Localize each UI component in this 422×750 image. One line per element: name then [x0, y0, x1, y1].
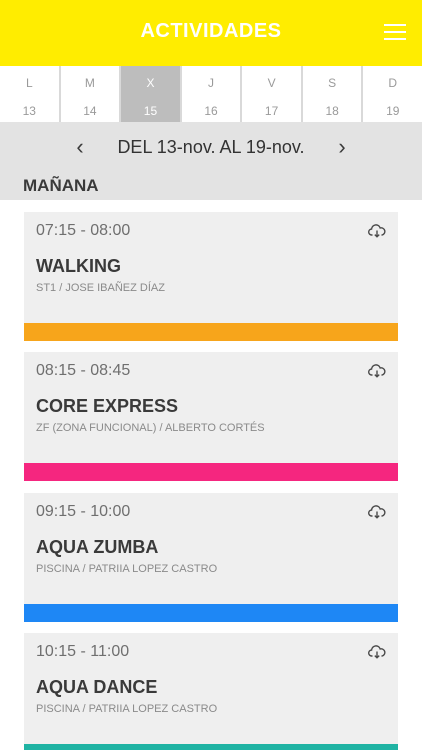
page-title: ACTIVIDADES — [140, 20, 282, 42]
activity-detail: PISCINA / PATRIIA LOPEZ CASTRO — [36, 703, 218, 715]
day-letter: V — [267, 76, 276, 90]
day-letter: X — [146, 76, 155, 90]
menu-line — [384, 38, 406, 40]
day-letter: M — [84, 76, 95, 90]
cloud-download-icon[interactable] — [368, 224, 386, 238]
activity-detail: ST1 / JOSE IBAÑEZ DÍAZ — [36, 282, 165, 294]
day-thursday[interactable]: J 16 — [182, 66, 243, 122]
menu-line — [384, 31, 406, 33]
activity-color-bar — [24, 463, 398, 481]
week-range-label: DEL 13-nov. AL 19-nov. — [117, 137, 305, 157]
activity-name: WALKING — [36, 256, 121, 276]
day-wednesday[interactable]: X 15 — [121, 66, 182, 122]
activity-card[interactable]: 10:15 - 11:00 AQUA DANCE PISCINA / PATRI… — [24, 633, 398, 750]
activity-detail: PISCINA / PATRIIA LOPEZ CASTRO — [36, 563, 218, 575]
activity-time: 09:15 - 10:00 — [36, 503, 131, 520]
activity-time: 10:15 - 11:00 — [36, 643, 130, 660]
day-selector: L 13 M 14 X 15 J 16 V 17 S 18 D 19 — [0, 66, 422, 122]
app-header: ACTIVIDADES — [0, 0, 422, 66]
week-navigation: ‹ DEL 13-nov. AL 19-nov. › — [0, 122, 422, 172]
activity-card[interactable]: 08:15 - 08:45 CORE EXPRESS ZF (ZONA FUNC… — [24, 352, 398, 481]
day-number: 19 — [386, 104, 400, 118]
day-number: 13 — [22, 104, 36, 118]
hamburger-menu-icon[interactable] — [384, 22, 408, 42]
day-letter: S — [328, 76, 337, 90]
day-sunday[interactable]: D 19 — [363, 66, 422, 122]
day-number: 14 — [83, 104, 97, 118]
activity-name: AQUA DANCE — [36, 677, 158, 697]
activity-card[interactable]: 07:15 - 08:00 WALKING ST1 / JOSE IBAÑEZ … — [24, 212, 398, 341]
activity-name: CORE EXPRESS — [36, 396, 179, 416]
activity-name: AQUA ZUMBA — [36, 537, 159, 557]
day-tuesday[interactable]: M 14 — [61, 66, 122, 122]
day-number: 17 — [264, 104, 279, 118]
activity-time: 08:15 - 08:45 — [36, 362, 131, 379]
day-number: 16 — [204, 104, 218, 118]
activity-color-bar — [24, 744, 398, 750]
chevron-right-icon[interactable]: › — [330, 134, 354, 160]
day-monday[interactable]: L 13 — [0, 66, 61, 122]
activity-color-bar — [24, 323, 398, 341]
cloud-download-icon[interactable] — [368, 645, 386, 659]
day-number: 15 — [143, 104, 158, 118]
day-letter: J — [208, 76, 215, 90]
cloud-download-icon[interactable] — [368, 505, 386, 519]
activity-card[interactable]: 09:15 - 10:00 AQUA ZUMBA PISCINA / PATRI… — [24, 493, 398, 622]
activity-list[interactable]: 07:15 - 08:00 WALKING ST1 / JOSE IBAÑEZ … — [0, 200, 422, 750]
menu-line — [384, 24, 406, 26]
section-title: MAÑANA — [23, 176, 99, 195]
day-letter: L — [25, 76, 33, 90]
day-saturday[interactable]: S 18 — [303, 66, 364, 122]
activity-detail: ZF (ZONA FUNCIONAL) / ALBERTO CORTÉS — [36, 422, 265, 434]
cloud-download-icon[interactable] — [368, 364, 386, 378]
day-friday[interactable]: V 17 — [242, 66, 303, 122]
day-number: 18 — [325, 104, 339, 118]
activity-time: 07:15 - 08:00 — [36, 222, 131, 239]
day-letter: D — [388, 76, 398, 90]
activity-color-bar — [24, 604, 398, 622]
